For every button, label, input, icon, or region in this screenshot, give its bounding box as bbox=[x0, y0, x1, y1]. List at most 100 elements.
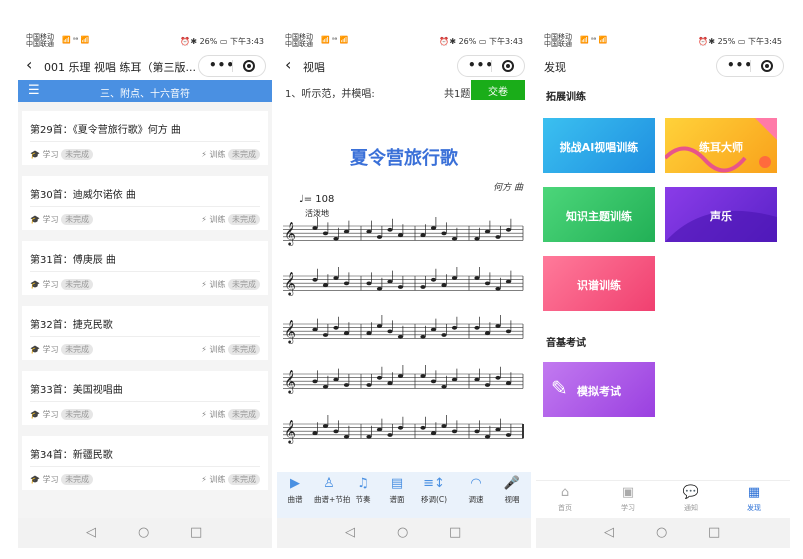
back-arrow-icon[interactable]: ‹ bbox=[26, 55, 32, 74]
close-target-icon[interactable] bbox=[502, 60, 514, 72]
tile-ai-sight-singing[interactable]: 挑战AI视唱训练 bbox=[543, 118, 655, 173]
mini-program-capsule[interactable]: ••• bbox=[198, 55, 266, 77]
sheet-music: 夏令营旅行歌 何方 曲 ♩= 108 活泼地 𝄞 𝄞 𝄞 𝄞 𝄞 bbox=[277, 104, 531, 468]
song-card[interactable]: 第32首：捷克民歌 🎓 学习 未完成 ⚡ 训练 未完成 bbox=[22, 306, 268, 360]
song-name: 第30首：迪威尔诺依 曲 bbox=[30, 190, 136, 201]
nav-recents-icon[interactable]: □ bbox=[449, 525, 461, 540]
question-count: 共1题 bbox=[444, 89, 471, 100]
nav-home-icon[interactable]: ○ bbox=[397, 525, 408, 540]
tile-knowledge-topic[interactable]: 知识主题训练 bbox=[543, 187, 655, 242]
tab-notice[interactable]: 💬 通知 bbox=[671, 485, 711, 513]
study-status[interactable]: 🎓 学习 未完成 bbox=[30, 344, 94, 355]
title-bar: ‹ 视唱 ••• bbox=[277, 50, 531, 80]
tab-study[interactable]: ▣ 学习 bbox=[608, 485, 648, 513]
tab-discover[interactable]: ▦ 发现 bbox=[734, 485, 774, 513]
nav-recents-icon[interactable]: □ bbox=[708, 525, 720, 540]
android-nav-bar: ◁ ○ □ bbox=[277, 518, 531, 548]
train-status[interactable]: ⚡ 训练 未完成 bbox=[201, 344, 260, 355]
song-name: 第31首：傅庚辰 曲 bbox=[30, 255, 116, 266]
study-status[interactable]: 🎓 学习 未完成 bbox=[30, 214, 94, 225]
battery-percent: 25% bbox=[717, 37, 736, 46]
graduation-cap-icon: 🎓 bbox=[30, 475, 40, 484]
study-status[interactable]: 🎓 学习 未完成 bbox=[30, 279, 94, 290]
alarm-icon: ⏰✱ bbox=[180, 37, 198, 46]
song-name: 第32首：捷克民歌 bbox=[30, 320, 113, 331]
transpose-icon: ≡↕ bbox=[423, 476, 445, 491]
graduation-cap-icon: 🎓 bbox=[30, 150, 40, 159]
alarm-icon: ⏰✱ bbox=[439, 37, 457, 46]
play-icon: ▶ bbox=[290, 476, 300, 491]
mini-program-capsule[interactable]: ••• bbox=[716, 55, 784, 77]
tile-ear-master[interactable]: 练耳大师 bbox=[665, 118, 777, 173]
song-card[interactable]: 第34首：新疆民歌 🎓 学习 未完成 ⚡ 训练 未完成 bbox=[22, 436, 268, 490]
carrier-2: 中国联通 bbox=[544, 40, 572, 48]
close-target-icon[interactable] bbox=[761, 60, 773, 72]
tool-sing[interactable]: 🎤 视唱 bbox=[497, 476, 527, 505]
graduation-cap-icon: 🎓 bbox=[30, 345, 40, 354]
train-status[interactable]: ⚡ 训练 未完成 bbox=[201, 214, 260, 225]
title-bar: ‹ 001 乐理 视唱 练耳（第三版... ••• bbox=[18, 50, 272, 80]
tool-view[interactable]: ▤ 谱面 bbox=[382, 476, 412, 505]
section-heading-exam: 音基考试 bbox=[546, 338, 586, 349]
section-heading-extended: 拓展训练 bbox=[546, 92, 586, 103]
music-staff: 𝄞 bbox=[283, 267, 524, 296]
song-card[interactable]: 第29首：《夏令营旅行歌》何方 曲 🎓 学习 未完成 ⚡ 训练 未完成 bbox=[22, 111, 268, 165]
status-bar: 中国移动 中国联通 📶 ᵃᵃ 📶 ⏰✱ 25% ▭ 下午3:45 bbox=[536, 30, 790, 50]
nav-back-icon[interactable]: ◁ bbox=[604, 525, 614, 540]
rhythm-icon: ♫ bbox=[357, 476, 369, 491]
nav-home-icon[interactable]: ○ bbox=[138, 525, 149, 540]
mini-program-capsule[interactable]: ••• bbox=[457, 55, 525, 77]
page-title: 001 乐理 视唱 练耳（第三版... bbox=[44, 61, 196, 74]
microphone-icon: 🎤 bbox=[503, 476, 521, 491]
study-status[interactable]: 🎓 学习 未完成 bbox=[30, 149, 94, 160]
battery-icon: ▭ bbox=[219, 37, 228, 46]
study-status[interactable]: 🎓 学习 未完成 bbox=[30, 409, 94, 420]
lightning-icon: ⚡ bbox=[201, 475, 207, 484]
clock: 下午3:43 bbox=[489, 37, 523, 46]
lightning-icon: ⚡ bbox=[201, 215, 207, 224]
android-nav-bar: ◁ ○ □ bbox=[18, 518, 272, 548]
svg-text:𝄞: 𝄞 bbox=[284, 319, 296, 344]
song-card[interactable]: 第31首：傅庚辰 曲 🎓 学习 未完成 ⚡ 训练 未完成 bbox=[22, 241, 268, 295]
clock: 下午3:45 bbox=[748, 37, 782, 46]
song-card[interactable]: 第30首：迪威尔诺依 曲 🎓 学习 未完成 ⚡ 训练 未完成 bbox=[22, 176, 268, 230]
nav-recents-icon[interactable]: □ bbox=[190, 525, 202, 540]
study-status[interactable]: 🎓 学习 未完成 bbox=[30, 474, 94, 485]
tool-speed[interactable]: ◠ 调速 bbox=[461, 476, 491, 505]
tool-score[interactable]: ▶ 曲谱 bbox=[280, 476, 310, 505]
back-arrow-icon[interactable]: ‹ bbox=[285, 55, 291, 74]
section-header: ☰ 三、附点、十六音符 bbox=[18, 80, 272, 102]
train-status[interactable]: ⚡ 训练 未完成 bbox=[201, 149, 260, 160]
nav-back-icon[interactable]: ◁ bbox=[345, 525, 355, 540]
tile-vocal[interactable]: 声乐 bbox=[665, 187, 777, 242]
signal-icons: 📶 ᵃᵃ 📶 bbox=[62, 36, 90, 44]
signal-icons: 📶 ᵃᵃ 📶 bbox=[321, 36, 349, 44]
train-status[interactable]: ⚡ 训练 未完成 bbox=[201, 474, 260, 485]
battery-percent: 26% bbox=[458, 37, 477, 46]
screen-discover: 中国移动 中国联通 📶 ᵃᵃ 📶 ⏰✱ 25% ▭ 下午3:45 发现 ••• 拓… bbox=[536, 30, 790, 548]
battery-icon: ▭ bbox=[478, 37, 487, 46]
graduation-cap-icon: 🎓 bbox=[30, 215, 40, 224]
svg-text:𝄞: 𝄞 bbox=[284, 369, 296, 394]
train-status[interactable]: ⚡ 训练 未完成 bbox=[201, 279, 260, 290]
song-name: 第33首：美国视唱曲 bbox=[30, 385, 123, 396]
song-card[interactable]: 第33首：美国视唱曲 🎓 学习 未完成 ⚡ 训练 未完成 bbox=[22, 371, 268, 425]
tool-score-beat[interactable]: ♙ 曲谱+节拍 bbox=[314, 476, 350, 505]
speed-gauge-icon: ◠ bbox=[470, 476, 482, 491]
lightning-icon: ⚡ bbox=[201, 150, 207, 159]
tool-transpose[interactable]: ≡↕ 移调(C) bbox=[419, 476, 449, 505]
tile-notation-reading[interactable]: 识谱训练 bbox=[543, 256, 655, 311]
playback-toolbar: ▶ 曲谱 ♙ 曲谱+节拍 ♫ 节奏 ▤ 谱面 ≡↕ 移调(C) ◠ 调速 🎤 视唱 bbox=[277, 472, 531, 518]
tool-rhythm[interactable]: ♫ 节奏 bbox=[348, 476, 378, 505]
tile-mock-exam[interactable]: ✎ 模拟考试 bbox=[543, 362, 655, 417]
train-status[interactable]: ⚡ 训练 未完成 bbox=[201, 409, 260, 420]
nav-home-icon[interactable]: ○ bbox=[656, 525, 667, 540]
tab-home[interactable]: ⌂ 首页 bbox=[545, 485, 585, 513]
battery-percent: 26% bbox=[199, 37, 218, 46]
alarm-icon: ⏰✱ bbox=[698, 37, 716, 46]
submit-button[interactable]: 交卷 bbox=[471, 80, 525, 100]
study-book-icon: ▣ bbox=[621, 485, 635, 500]
nav-back-icon[interactable]: ◁ bbox=[86, 525, 96, 540]
close-target-icon[interactable] bbox=[243, 60, 255, 72]
song-name: 第34首：新疆民歌 bbox=[30, 450, 113, 461]
